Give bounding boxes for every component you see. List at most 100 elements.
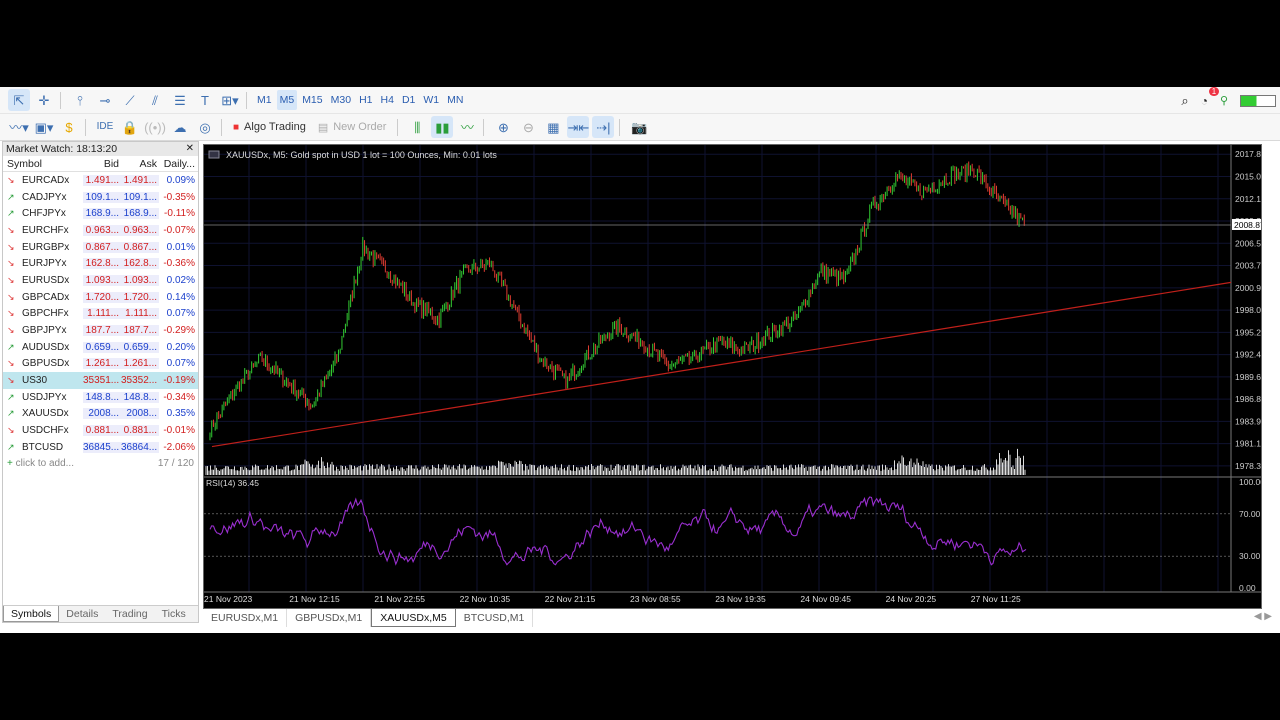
shapes-icon[interactable]: ⊞▾ <box>219 89 241 111</box>
chart-shift-icon[interactable]: ⇢| <box>592 116 615 138</box>
channel-icon[interactable]: ⫽ <box>144 89 166 111</box>
symbol-row-btcusd[interactable]: ↗ BTCUSD 36845... 36864... -2.06% <box>3 439 198 456</box>
symbol-row-gbpcadx[interactable]: ↘ GBPCADx 1.720... 1.720... 0.14% <box>3 289 198 306</box>
horizontal-line-icon[interactable]: ⊸ <box>94 89 116 111</box>
symbol-row-chfjpyx[interactable]: ↗ CHFJPYx 168.9... 168.9... -0.11% <box>3 205 198 222</box>
symbol-row-usdchfx[interactable]: ↘ USDCHFx 0.881... 0.881... -0.01% <box>3 422 198 439</box>
arrow-down-icon: ↘ <box>7 274 15 285</box>
daily-change-cell: -0.29% <box>163 325 195 337</box>
ide-button[interactable]: IDE <box>94 116 116 138</box>
trendline[interactable] <box>211 281 1232 448</box>
close-icon[interactable]: ✕ <box>186 142 194 156</box>
timeframe-m30[interactable]: M30 <box>328 90 354 110</box>
arrow-down-icon: ↘ <box>7 241 15 252</box>
search-icon[interactable]: ⌕ <box>1181 93 1188 109</box>
add-symbol-field[interactable]: + click to add... <box>7 458 74 469</box>
autoscroll-icon[interactable]: ⇥⇤ <box>567 116 590 138</box>
bar-chart-icon[interactable]: ⫼ <box>406 116 428 138</box>
col-bid[interactable]: Bid <box>83 158 121 170</box>
timeframe-h1[interactable]: H1 <box>356 90 375 110</box>
symbol-cell: ↘ EURJPYx <box>3 258 83 269</box>
symbol-name: EURCADx <box>22 174 70 186</box>
timeframe-w1[interactable]: W1 <box>420 90 442 110</box>
symbol-name: EURJPYx <box>22 258 67 270</box>
zoom-out-icon[interactable]: ⊖ <box>517 116 539 138</box>
new-order-button[interactable]: ▤ New Order <box>312 121 393 134</box>
cloud-icon[interactable]: ☁ <box>169 116 191 138</box>
chart-type-icon[interactable]: ▣▾ <box>33 116 55 138</box>
market-watch-rows: ↘ EURCADx 1.491... 1.491... 0.09% ↗ CADJPYx 109… <box>3 172 198 456</box>
new-order-label: New Order <box>333 121 387 133</box>
col-daily[interactable]: Daily... <box>159 158 198 170</box>
symbol-row-eurjpyx[interactable]: ↘ EURJPYx 162.8... 162.8... -0.36% <box>3 255 198 272</box>
symbol-cell: ↘ GBPUSDx <box>3 358 83 369</box>
tab-ticks[interactable]: Ticks <box>155 606 193 622</box>
crosshair-icon[interactable]: ✛ <box>33 89 55 111</box>
radio-icon[interactable]: ((•)) <box>144 116 166 138</box>
timeframe-m5[interactable]: M5 <box>276 90 298 110</box>
symbol-row-eurcadx[interactable]: ↘ EURCADx 1.491... 1.491... 0.09% <box>3 172 198 189</box>
add-symbol-row[interactable]: + click to add... 17 / 120 <box>3 456 198 472</box>
symbol-row-audusdx[interactable]: ↗ AUDUSDx 0.659... 0.659... 0.20% <box>3 339 198 356</box>
tab-trading[interactable]: Trading <box>105 606 154 622</box>
grid-icon[interactable]: ▦ <box>542 116 564 138</box>
arrow-down-icon: ↘ <box>7 291 15 302</box>
symbol-row-xauusdx[interactable]: ↗ XAUUSDx 2008... 2008... 0.35% <box>3 406 198 423</box>
timeframe-mn[interactable]: MN <box>444 90 466 110</box>
tab-scroll-arrows-icon[interactable]: ◀ ▶ <box>1254 611 1272 622</box>
chart-tab-eurusdx-m1[interactable]: EURUSDx,M1 <box>203 609 288 627</box>
trendline-icon[interactable]: ⟋ <box>119 89 141 111</box>
timeframe-d1[interactable]: D1 <box>399 90 418 110</box>
vertical-line-icon[interactable]: ⫯ <box>69 89 91 111</box>
bid-cell: 109.1... <box>83 191 121 203</box>
ask-cell: 1.111... <box>121 308 159 320</box>
symbol-cell: ↗ BTCUSD <box>3 442 83 453</box>
chart-tab-btcusd-m1[interactable]: BTCUSD,M1 <box>456 609 534 627</box>
symbol-row-cadjpyx[interactable]: ↗ CADJPYx 109.1... 109.1... -0.35% <box>3 189 198 206</box>
tab-details[interactable]: Details <box>59 606 105 622</box>
price-tick-label: 1986.81 <box>1235 394 1261 404</box>
tab-symbols[interactable]: Symbols <box>3 606 60 622</box>
symbol-row-gbpjpyx[interactable]: ↘ GBPJPYx 187.7... 187.7... -0.29% <box>3 322 198 339</box>
symbol-row-eurgbpx[interactable]: ↘ EURGBPx 0.867... 0.867... 0.01% <box>3 239 198 256</box>
daily-change-cell: 0.14% <box>166 291 195 303</box>
screenshot-icon[interactable]: 📷 <box>628 116 650 138</box>
chart-canvas[interactable]: 2017.832015.012012.192009.372006.552003.… <box>204 145 1261 608</box>
fibonacci-icon[interactable]: ☰ <box>169 89 191 111</box>
zoom-in-icon[interactable]: ⊕ <box>492 116 514 138</box>
line-chart-icon[interactable]: 〰 <box>456 116 478 138</box>
arrow-up-icon: ↗ <box>7 208 15 219</box>
signal-icon[interactable]: ⚲ <box>1220 94 1228 107</box>
ask-cell: 187.7... <box>121 325 159 337</box>
indicators-icon[interactable]: 〰▾ <box>8 116 30 138</box>
col-symbol[interactable]: Symbol <box>3 158 83 170</box>
arrow-down-icon: ↘ <box>7 224 15 235</box>
chart-tab-gbpusdx-m1[interactable]: GBPUSDx,M1 <box>287 609 372 627</box>
timeframe-h4[interactable]: H4 <box>378 90 397 110</box>
symbol-row-usdjpyx[interactable]: ↗ USDJPYx 148.8... 148.8... -0.34% <box>3 389 198 406</box>
candlestick-icon[interactable]: ▮▮ <box>431 116 454 138</box>
chart-tab-xauusdx-m5[interactable]: XAUUSDx,M5 <box>371 609 456 627</box>
bid-cell: 187.7... <box>83 325 121 337</box>
symbol-row-gbpchfx[interactable]: ↘ GBPCHFx 1.111... 1.111... 0.07% <box>3 306 198 323</box>
symbol-row-eurusdx[interactable]: ↘ EURUSDx 1.093... 1.093... 0.02% <box>3 272 198 289</box>
dollar-icon[interactable]: $ <box>58 116 80 138</box>
col-ask[interactable]: Ask <box>121 158 159 170</box>
lock-icon[interactable]: 🔒 <box>119 116 141 138</box>
arrow-down-icon: ↘ <box>7 358 15 369</box>
vps-icon[interactable]: ◎ <box>194 116 216 138</box>
symbol-name: USDCHFx <box>22 425 69 437</box>
connection-status-icon[interactable] <box>1240 94 1276 107</box>
notifications-icon[interactable]: ◔ 1 <box>1201 87 1220 108</box>
text-icon[interactable]: T <box>194 89 216 111</box>
cursor-icon[interactable]: ⇱ <box>8 89 30 111</box>
chart-window[interactable]: 2017.832015.012012.192009.372006.552003.… <box>203 144 1262 609</box>
bid-cell: 1.491... <box>83 174 121 186</box>
symbol-row-gbpusdx[interactable]: ↘ GBPUSDx 1.261... 1.261... 0.07% <box>3 356 198 373</box>
algo-trading-button[interactable]: ■ Algo Trading <box>227 121 312 133</box>
symbol-row-us30[interactable]: ↘ US30 35351... 35352... -0.19% <box>3 372 198 389</box>
toolbar-drawing: ⇱ ✛ ⫯ ⊸ ⟋ ⫽ ☰ T ⊞▾ M1 M5 M15 M30 H1 H4 D1 W1 MN … <box>0 87 1280 114</box>
symbol-row-eurchfx[interactable]: ↘ EURCHFx 0.963... 0.963... -0.07% <box>3 222 198 239</box>
timeframe-m1[interactable]: M1 <box>254 90 275 110</box>
timeframe-m15[interactable]: M15 <box>299 90 325 110</box>
